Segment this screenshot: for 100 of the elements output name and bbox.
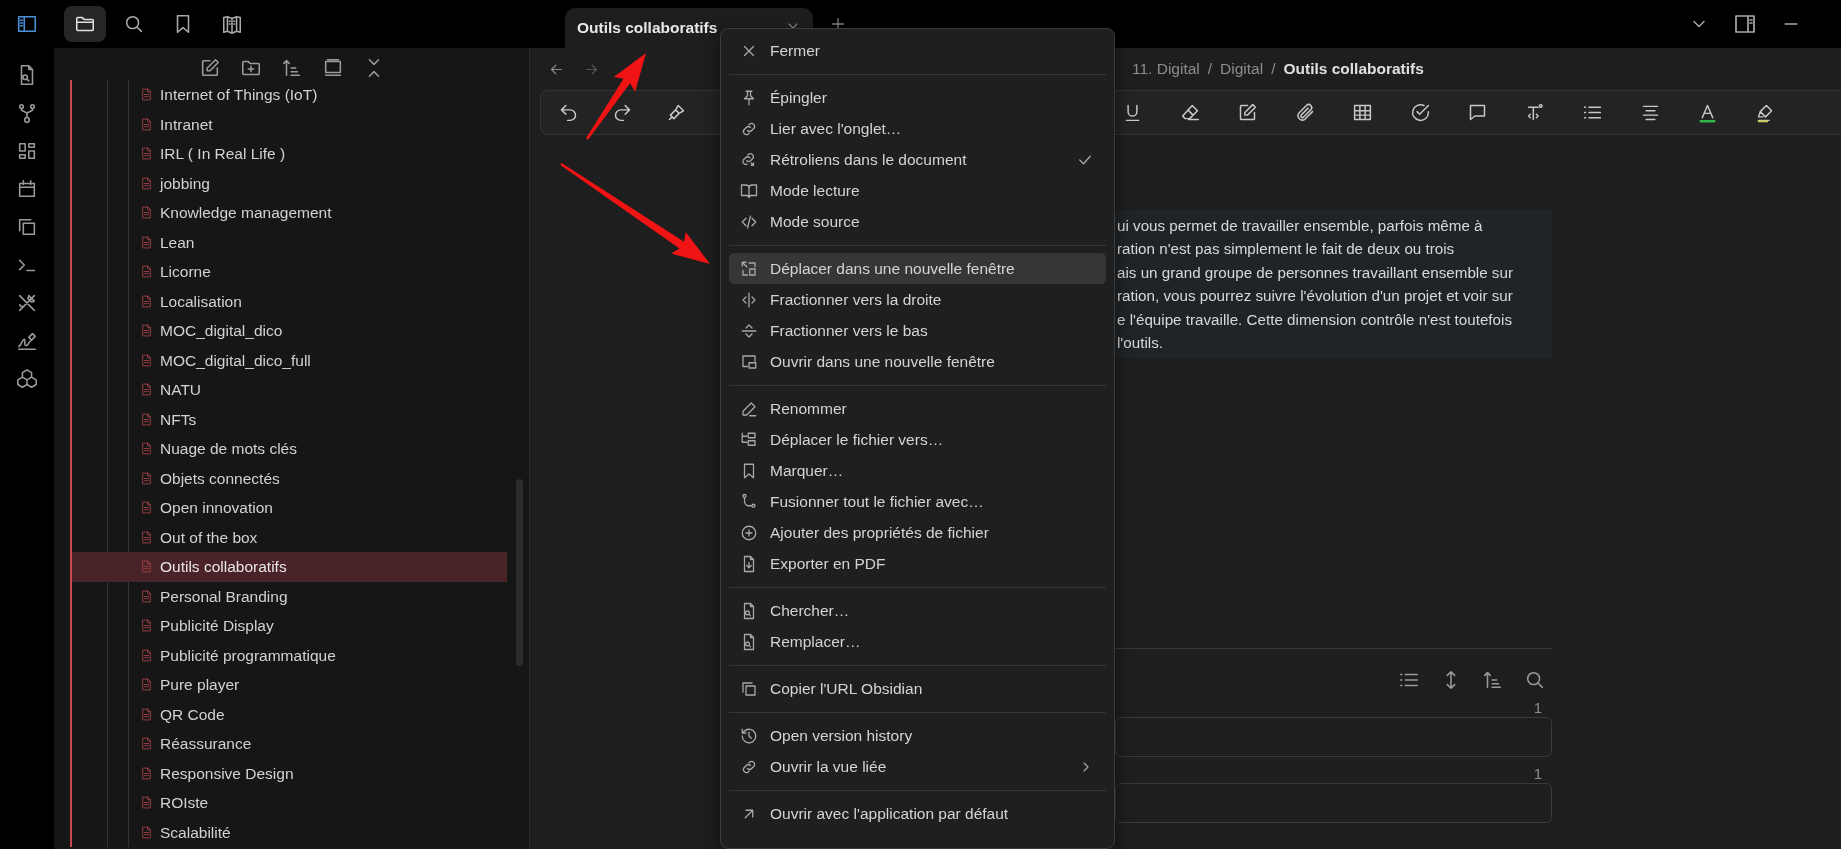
file-icon [140,412,153,426]
file-item[interactable]: Responsive Design [72,758,507,788]
book-icon [740,181,758,200]
menu-item[interactable]: Déplacer dans une nouvelle fenêtre [729,253,1106,284]
count-label: 1 [1532,764,1543,784]
file-item[interactable]: NFTs [72,404,507,434]
menu-item[interactable]: Mode source [729,206,1106,237]
menu-item[interactable]: Ouvrir dans une nouvelle fenêtre [729,346,1106,377]
file-item[interactable]: Localisation [72,286,507,316]
split-vertical-icon [740,290,758,309]
file-item[interactable]: Out of the box [72,522,507,552]
file-icon [140,766,153,780]
folder-tab[interactable] [64,6,106,42]
menu-item[interactable]: Lier avec l'onglet… [729,113,1106,144]
file-icon [140,265,153,279]
menu-item[interactable]: Déplacer le fichier vers… [729,424,1106,455]
sort-icon[interactable] [280,57,303,79]
menu-item[interactable]: Fusionner tout le fichier avec… [729,486,1106,517]
file-item[interactable]: jobbing [72,168,507,198]
graph-icon[interactable] [16,102,38,124]
file-item[interactable]: Licorne [72,257,507,287]
copy-icon [740,679,758,698]
menu-item[interactable]: Open version history [729,720,1106,751]
file-item[interactable]: NATU [72,375,507,405]
edit-icon[interactable] [1237,102,1259,123]
file-icon [140,294,153,308]
file-item[interactable]: Réassurance [72,729,507,759]
file-icon [140,206,153,220]
file-icon [140,176,153,190]
eraser-icon[interactable] [1179,102,1201,123]
menu-item[interactable]: Copier l'URL Obsidian [729,673,1106,704]
code-icon [740,212,758,231]
copy-icon[interactable] [16,216,38,238]
search-icon [123,13,145,35]
text-line: ui vous permet de travailler ensemble, parfois même à [1117,216,1484,236]
text-line: ration n'est pas simplement le fait de deux ou trois [1117,239,1456,260]
file-item[interactable]: Publicité programmatique [72,640,507,670]
text-line: l'outils. [1117,333,1164,354]
file-item[interactable]: Internet of Things (IoT) [72,80,507,110]
menu-item[interactable]: Fractionner vers le bas [729,315,1106,346]
pencil-icon [740,399,758,418]
signature-icon[interactable] [16,330,38,352]
file-item[interactable]: Scalabilité [72,817,507,847]
menu-item[interactable]: Chercher… [729,595,1106,626]
menu-item[interactable]: Ajouter des propriétés de fichier [729,517,1106,548]
file-icon [140,560,153,574]
file-item[interactable]: Nuage de mots clés [72,434,507,464]
font-color-icon[interactable] [1697,102,1719,123]
menu-item[interactable]: Rétroliens dans le document [729,144,1106,175]
file-item[interactable]: Objets connectés [72,463,507,493]
file-icon [140,324,153,338]
file-item[interactable]: Knowledge management [72,198,507,228]
file-icon [140,796,153,810]
file-item[interactable]: MOC_digital_dico_full [72,345,507,375]
file-item[interactable]: ROIste [72,788,507,818]
sidebar-toggle-icon[interactable] [16,13,38,35]
file-item[interactable]: Open innovation [72,493,507,523]
menu-item[interactable]: Marquer… [729,455,1106,486]
calendar-icon[interactable] [16,178,38,200]
right-sidebar-icon[interactable] [1733,12,1757,36]
book-icon [221,13,243,35]
file-icon [140,619,153,633]
file-item[interactable]: Lean [72,227,507,257]
breadcrumb-separator: / [1207,59,1213,80]
file-icon [140,383,153,397]
breadcrumb-item[interactable]: Digital [1220,57,1264,81]
file-item[interactable]: Outils collaboratifs [72,552,507,582]
cubes-icon[interactable] [16,368,38,390]
menu-item[interactable]: Ouvrir la vue liée [729,751,1106,782]
paperclip-icon[interactable] [1294,102,1316,123]
folder-tree-icon [740,430,758,449]
tools-icon[interactable] [16,292,38,314]
file-icon [140,589,153,603]
file-icon [140,825,153,839]
file-item[interactable]: Personal Branding [72,581,507,611]
dashboard-icon[interactable] [16,140,38,162]
text-line: ration, vous pourrez suivre l'évolution d'un projet et voir sur [1117,286,1514,307]
file-item[interactable]: MOC_digital_dico [72,316,507,346]
breadcrumb-item[interactable]: 11. Digital [1132,57,1200,81]
file-icon [140,530,153,544]
file-item[interactable]: Pure player [72,670,507,700]
file-item[interactable]: IRL ( In Real Life ) [72,139,507,169]
file-icon [140,648,153,662]
file-icon [140,117,153,131]
menu-item[interactable]: Épingler [729,82,1106,113]
menu-item[interactable]: Ouvrir avec l'application par défaut [729,798,1106,829]
file-item[interactable]: Publicité Display [72,611,507,641]
table-icon[interactable] [1352,102,1374,123]
menu-item[interactable]: Renommer [729,393,1106,424]
file-icon [140,353,153,367]
count-label: 1 [1532,698,1543,718]
menu-item[interactable]: Remplacer… [729,626,1106,657]
file-icon [140,737,153,751]
file-item[interactable]: Intranet [72,109,507,139]
menu-item[interactable]: Mode lecture [729,175,1106,206]
file-item[interactable]: QR Code [72,699,507,729]
menu-item[interactable]: Fractionner vers la droite [729,284,1106,315]
breadcrumb-item: Outils collaboratifs [1283,59,1424,80]
menu-item[interactable]: Exporter en PDF [729,548,1106,579]
window-icon [740,259,758,278]
